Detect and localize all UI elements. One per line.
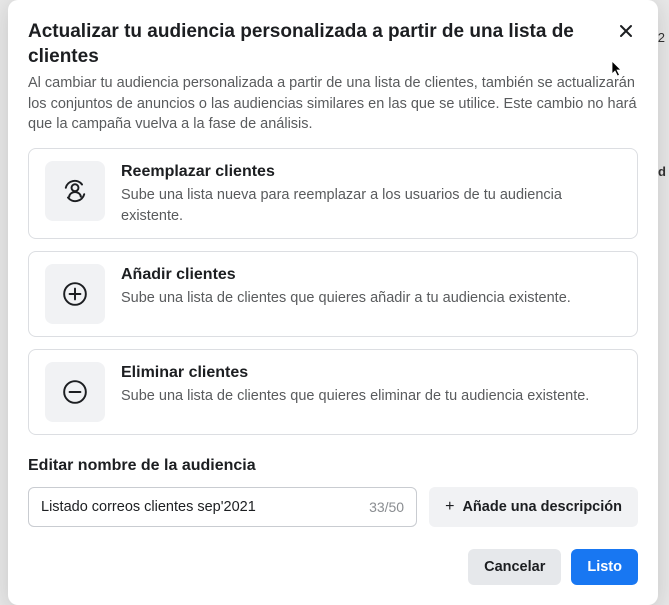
option-title: Eliminar clientes <box>121 364 621 382</box>
option-description: Sube una lista de clientes que quieres a… <box>121 288 621 308</box>
done-button[interactable]: Listo <box>571 549 638 585</box>
option-replace-customers[interactable]: Reemplazar clientes Sube una lista nueva… <box>28 148 638 239</box>
option-add-customers[interactable]: Añadir clientes Sube una lista de client… <box>28 251 638 337</box>
option-content: Añadir clientes Sube una lista de client… <box>121 264 621 308</box>
option-remove-customers[interactable]: Eliminar clientes Sube una lista de clie… <box>28 349 638 435</box>
modal-title: Actualizar tu audiencia personalizada a … <box>28 20 638 69</box>
option-title: Reemplazar clientes <box>121 163 621 181</box>
close-icon <box>616 21 636 47</box>
modal-footer: Cancelar Listo <box>28 549 638 585</box>
option-description: Sube una lista de clientes que quieres e… <box>121 386 621 406</box>
backdrop-text: 2 <box>658 30 665 45</box>
option-description: Sube una lista nueva para reemplazar a l… <box>121 185 621 226</box>
cancel-button[interactable]: Cancelar <box>468 549 561 585</box>
backdrop-text: d <box>658 164 666 179</box>
replace-icon <box>45 161 105 221</box>
update-audience-modal: Actualizar tu audiencia personalizada a … <box>8 0 658 605</box>
modal-header: Actualizar tu audiencia personalizada a … <box>28 20 638 134</box>
modal-description: Al cambiar tu audiencia personalizada a … <box>28 73 638 134</box>
option-content: Reemplazar clientes Sube una lista nueva… <box>121 161 621 226</box>
character-count: 33/50 <box>369 499 404 515</box>
add-description-label: Añade una descripción <box>462 499 622 515</box>
option-title: Añadir clientes <box>121 266 621 284</box>
audience-name-input[interactable] <box>41 499 369 515</box>
edit-name-row: 33/50 + Añade una descripción <box>28 487 638 527</box>
option-content: Eliminar clientes Sube una lista de clie… <box>121 362 621 406</box>
add-icon <box>45 264 105 324</box>
name-input-container: 33/50 <box>28 487 417 527</box>
remove-icon <box>45 362 105 422</box>
edit-name-label: Editar nombre de la audiencia <box>28 457 638 475</box>
plus-icon: + <box>445 498 454 516</box>
add-description-button[interactable]: + Añade una descripción <box>429 487 638 527</box>
close-button[interactable] <box>614 22 638 46</box>
